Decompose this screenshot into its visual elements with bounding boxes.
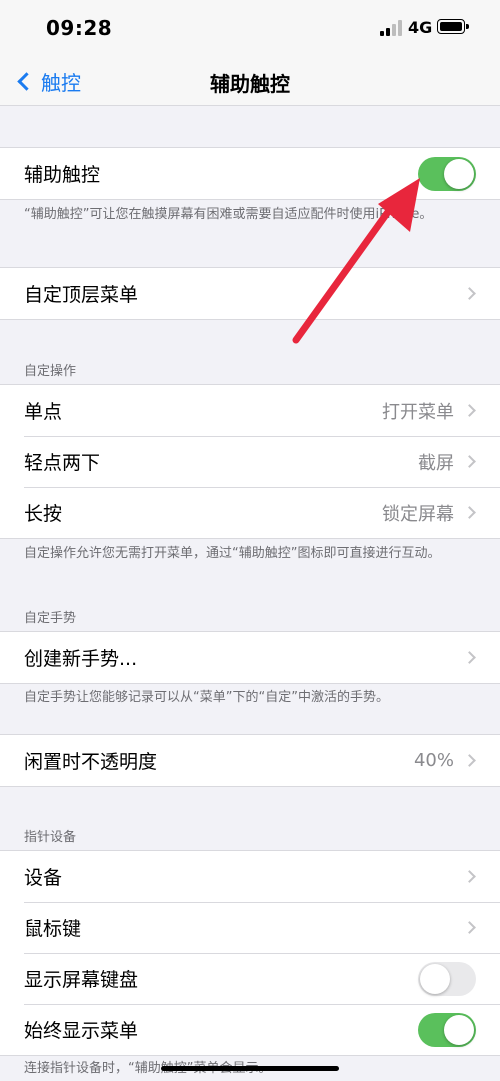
- home-indicator[interactable]: [161, 1066, 339, 1071]
- annotation-arrow-icon: [292, 178, 420, 344]
